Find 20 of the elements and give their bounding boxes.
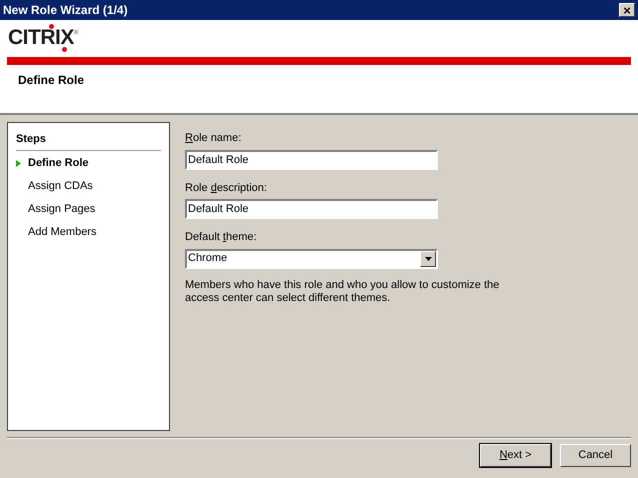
- caret-icon: [424, 256, 432, 260]
- arrow-icon: [16, 160, 21, 167]
- field-label: Role name:: [185, 131, 242, 146]
- window-title: New Role Wizard (1/4): [3, 2, 128, 19]
- field-label: Default theme:: [185, 230, 258, 245]
- steps-heading: Steps: [16, 133, 46, 145]
- step-item[interactable]: Assign Pages: [16, 202, 161, 216]
- page-heading: Define Role: [18, 72, 86, 89]
- wizard-button[interactable]: Cancel: [560, 444, 631, 467]
- text-field[interactable]: Default Role: [185, 199, 438, 219]
- theme-dropdown[interactable]: Chrome: [185, 248, 438, 268]
- wizard-button[interactable]: Next >: [480, 444, 551, 467]
- dropdown-arrow-button[interactable]: [420, 250, 436, 266]
- text-field[interactable]: Default Role: [185, 150, 438, 170]
- close-button[interactable]: ×: [619, 3, 635, 17]
- field-label: Role description:: [185, 180, 268, 196]
- theme-note: Members who have this role and who you allow to customize the access center can select different themes.: [185, 278, 500, 304]
- step-item[interactable]: Define Role: [16, 156, 161, 170]
- step-item[interactable]: Add Members: [16, 226, 161, 240]
- step-item[interactable]: Assign CDAs: [16, 180, 161, 194]
